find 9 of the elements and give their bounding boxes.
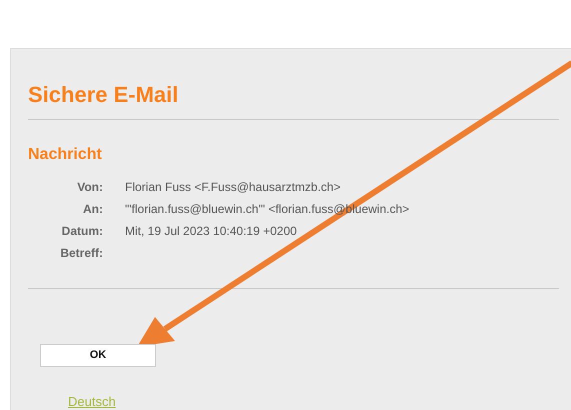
ok-button[interactable]: OK <box>40 344 156 367</box>
field-value: Florian Fuss <F.Fuss@hausarztmzb.ch> <box>125 179 341 196</box>
section-heading: Nachricht <box>28 145 103 165</box>
field-label: Betreff: <box>59 245 103 262</box>
field-value: Mit, 19 Jul 2023 10:40:19 +0200 <box>125 223 297 240</box>
page-title: Sichere E-Mail <box>28 81 180 109</box>
field-label: An: <box>82 201 103 218</box>
field-label: Von: <box>76 179 103 196</box>
field-label: Datum: <box>60 223 103 240</box>
